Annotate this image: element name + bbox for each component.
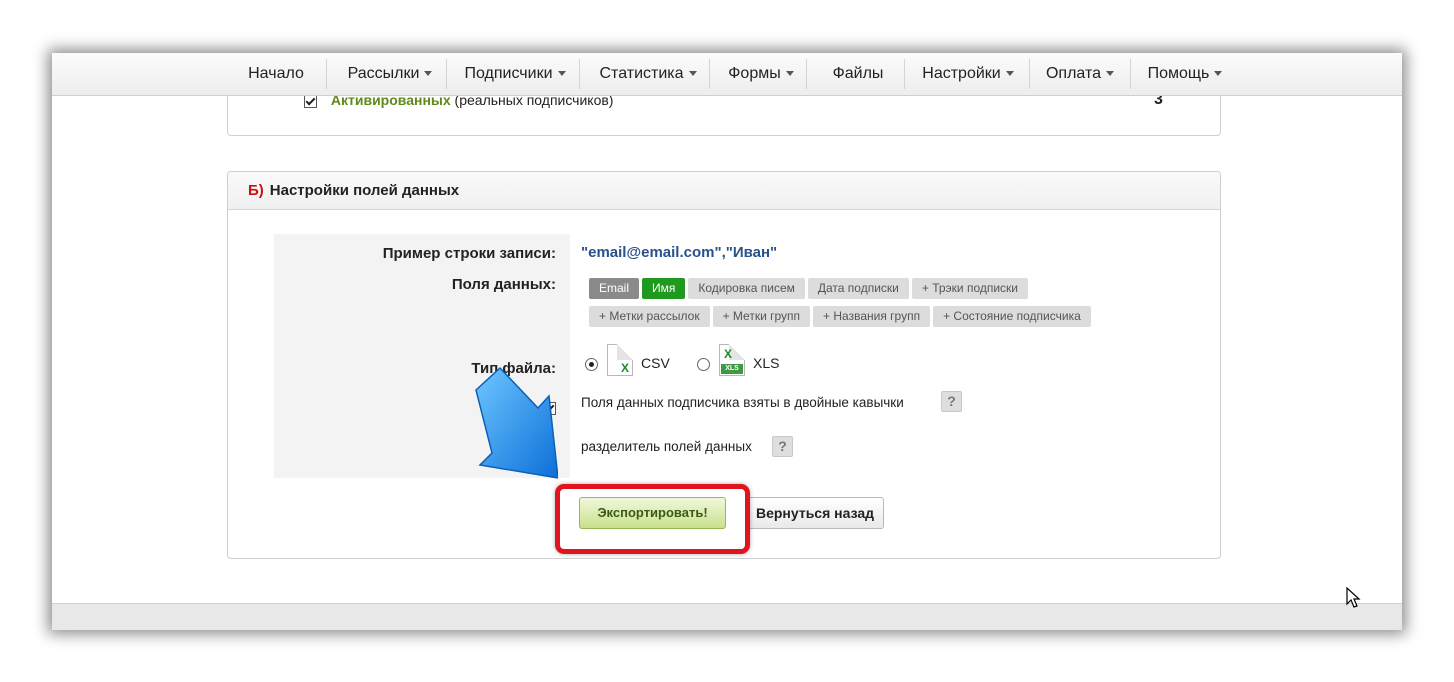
nav-item-label: Формы xyxy=(728,65,781,82)
nav-separator xyxy=(806,59,807,89)
chevron-down-icon xyxy=(1005,71,1014,77)
panel-header: Б) Настройки полей данных xyxy=(228,172,1220,210)
tag-encoding[interactable]: Кодировка писем xyxy=(688,278,805,299)
quotes-help-icon[interactable]: ? xyxy=(941,391,962,412)
chevron-down-icon xyxy=(557,71,566,77)
xls-file-icon: X XLS xyxy=(719,344,745,376)
nav-separator xyxy=(326,59,327,89)
fields-label: Поля данных: xyxy=(451,276,556,293)
separator-label: разделитель полей данных xyxy=(581,439,752,454)
quotes-label: Поля данных подписчика взяты в двойные к… xyxy=(581,395,904,410)
data-field-tags: Email Имя Кодировка писем Дата подписки + Тр… xyxy=(589,278,1149,334)
nav-item-label: Начало xyxy=(248,65,304,82)
tag-row: + Метки рассылок + Метки групп + Названия … xyxy=(589,306,1149,334)
nav-separator xyxy=(904,59,905,89)
tag-group-marks[interactable]: + Метки групп xyxy=(712,306,811,327)
highlight-frame xyxy=(555,484,750,554)
app-window: Начало Рассылки Подписчики Статистика Фо… xyxy=(52,53,1402,630)
nav-item-help[interactable]: Помощь xyxy=(1138,58,1232,90)
example-value: "email@email.com","Иван" xyxy=(581,244,778,261)
pointer-arrow-icon xyxy=(475,366,558,479)
nav-item-subscribers[interactable]: Подписчики xyxy=(452,58,578,90)
tag-subscriber-state[interactable]: + Состояние подписчика xyxy=(933,306,1091,327)
chevron-down-icon xyxy=(1106,71,1115,77)
nav-item-label: Рассылки xyxy=(347,65,420,82)
tag-subscribe-date[interactable]: Дата подписки xyxy=(807,278,909,299)
separator-help-icon[interactable]: ? xyxy=(772,436,793,457)
nav-item-label: Статистика xyxy=(599,65,684,82)
chevron-down-icon xyxy=(1214,71,1223,77)
nav-separator xyxy=(709,59,710,89)
tag-tracks[interactable]: + Трэки подписки xyxy=(911,278,1029,299)
nav-item-label: Оплата xyxy=(1045,65,1102,82)
chevron-down-icon xyxy=(785,71,794,77)
csv-label: CSV xyxy=(641,355,670,371)
back-button[interactable]: Вернуться назад xyxy=(746,497,884,529)
nav-separator xyxy=(1029,59,1030,89)
tag-mailing-marks[interactable]: + Метки рассылок xyxy=(589,306,710,327)
nav-item-label: Помощь xyxy=(1147,65,1210,82)
nav-separator xyxy=(579,59,580,89)
nav-item-mailings[interactable]: Рассылки xyxy=(334,58,446,90)
csv-radio[interactable] xyxy=(585,357,598,371)
filetype-xls-option[interactable] xyxy=(697,355,710,371)
tag-name[interactable]: Имя xyxy=(642,278,686,299)
footer-bar xyxy=(52,603,1402,630)
csv-file-icon: X xyxy=(607,344,633,376)
nav-item-label: Подписчики xyxy=(464,65,553,82)
example-label: Пример строки записи: xyxy=(382,245,556,262)
nav-separator xyxy=(1130,59,1131,89)
nav-item-forms[interactable]: Формы xyxy=(717,58,805,90)
mouse-cursor-icon xyxy=(1346,587,1361,608)
nav-separator xyxy=(446,59,447,89)
section-title: Настройки полей данных xyxy=(269,182,460,199)
nav-item-payment[interactable]: Оплата xyxy=(1037,58,1123,90)
chevron-down-icon xyxy=(424,71,433,77)
xls-radio[interactable] xyxy=(697,357,710,371)
nav-item-statistics[interactable]: Статистика xyxy=(587,58,709,90)
tag-row: Email Имя Кодировка писем Дата подписки + Тр… xyxy=(589,278,1149,306)
data-fields-panel: Б) Настройки полей данных Пример строки з… xyxy=(227,171,1221,559)
activated-checkbox[interactable] xyxy=(304,94,317,108)
nav-item-label: Настройки xyxy=(922,65,1001,82)
section-letter: Б) xyxy=(248,182,264,199)
tag-email[interactable]: Email xyxy=(589,278,640,299)
top-nav: Начало Рассылки Подписчики Статистика Фо… xyxy=(52,53,1402,96)
xls-label: XLS xyxy=(753,355,780,371)
filetype-csv-option[interactable] xyxy=(585,355,598,371)
tag-group-names[interactable]: + Названия групп xyxy=(813,306,931,327)
chevron-down-icon xyxy=(688,71,697,77)
nav-item-home[interactable]: Начало xyxy=(238,58,314,90)
nav-item-label: Файлы xyxy=(832,65,884,82)
nav-item-settings[interactable]: Настройки xyxy=(912,58,1024,90)
nav-item-files[interactable]: Файлы xyxy=(812,58,904,90)
